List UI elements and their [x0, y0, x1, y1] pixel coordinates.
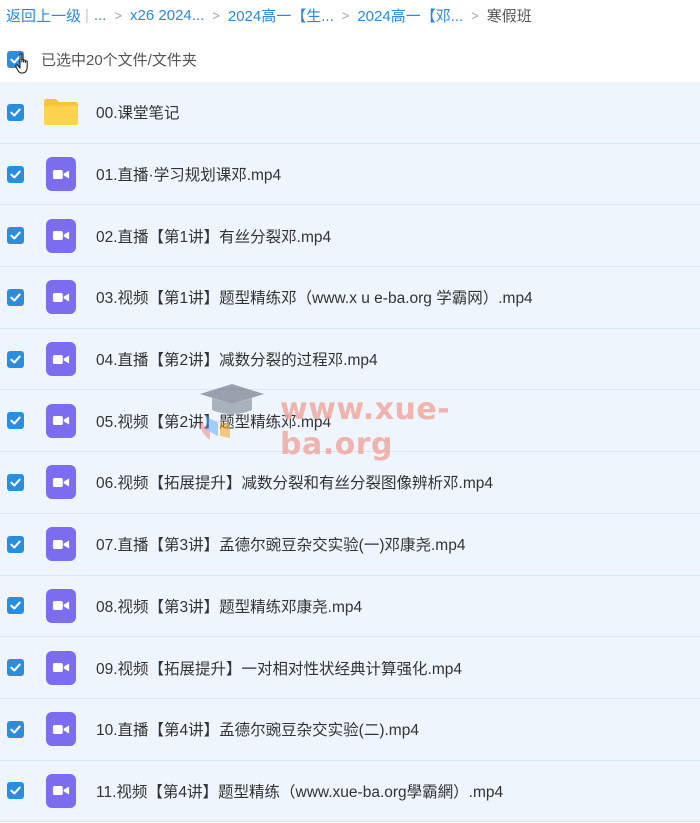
row-checkbox[interactable] [7, 597, 24, 615]
check-icon [10, 478, 21, 487]
file-name[interactable]: 02.直播【第1讲】有丝分裂邓.mp4 [96, 225, 331, 247]
breadcrumb-item[interactable]: 2024高一【生... [228, 5, 334, 26]
file-name[interactable]: 06.视频【拓展提升】减数分裂和有丝分裂图像辨析邓.mp4 [96, 471, 493, 493]
file-row[interactable]: 11.视频【第4讲】题型精练（www.xue-ba.org學霸網）.mp4 [0, 760, 700, 823]
video-file-icon [43, 588, 79, 623]
video-file-icon [43, 527, 79, 562]
chevron-right-icon: > [341, 7, 350, 23]
back-link[interactable]: 返回上一级 [6, 5, 81, 26]
chevron-right-icon: > [471, 7, 479, 23]
folder-icon [43, 96, 79, 128]
chevron-right-icon: > [212, 7, 220, 23]
check-icon [10, 355, 21, 364]
check-icon [10, 725, 21, 734]
file-row[interactable]: 08.视频【第3讲】题型精练邓康尧.mp4 [0, 575, 700, 638]
row-checkbox[interactable] [7, 165, 24, 183]
row-checkbox[interactable] [7, 659, 24, 677]
row-checkbox[interactable] [7, 103, 24, 121]
file-name[interactable]: 05.视频【第2讲】题型精练邓.mp4 [96, 410, 331, 432]
video-file-icon [43, 773, 79, 808]
check-icon [10, 416, 21, 425]
check-icon [10, 540, 21, 549]
selection-bar: 已选中20个文件/文件夹 [0, 40, 700, 78]
check-icon [10, 231, 21, 240]
file-row[interactable]: 07.直播【第3讲】孟德尔豌豆杂交实验(一)邓康尧.mp4 [0, 513, 700, 576]
check-icon [10, 293, 21, 302]
check-icon [10, 663, 21, 672]
file-row[interactable]: 06.视频【拓展提升】减数分裂和有丝分裂图像辨析邓.mp4 [0, 452, 700, 514]
check-icon [10, 170, 21, 179]
file-row[interactable]: 10.直播【第4讲】孟德尔豌豆杂交实验(二).mp4 [0, 698, 700, 761]
check-icon [10, 108, 21, 117]
file-row[interactable]: 04.直播【第2讲】减数分裂的过程邓.mp4 [0, 328, 700, 391]
video-file-icon [43, 650, 79, 685]
video-file-icon [43, 465, 79, 500]
file-row[interactable]: 01.直播·学习规划课邓.mp4 [0, 143, 700, 206]
breadcrumb-current: 寒假班 [486, 7, 532, 25]
row-checkbox[interactable] [7, 720, 24, 738]
row-checkbox[interactable] [7, 535, 24, 553]
row-checkbox[interactable] [7, 350, 24, 368]
file-row[interactable]: 03.视频【第1讲】题型精练邓（www.x u e-ba.org 学霸网）.mp… [0, 267, 700, 329]
breadcrumb-item[interactable]: 2024高一【邓... [357, 5, 463, 26]
row-checkbox[interactable] [7, 288, 24, 306]
selection-count-label: 已选中20个文件/文件夹 [41, 51, 197, 69]
file-name[interactable]: 10.直播【第4讲】孟德尔豌豆杂交实验(二).mp4 [96, 718, 419, 740]
file-name[interactable]: 09.视频【拓展提升】一对相对性状经典计算强化.mp4 [96, 657, 462, 679]
breadcrumb-item[interactable]: x26 2024... [130, 7, 204, 24]
video-file-icon [43, 218, 79, 253]
row-checkbox[interactable] [7, 412, 24, 430]
chevron-right-icon: > [114, 7, 123, 23]
file-name[interactable]: 11.视频【第4讲】题型精练（www.xue-ba.org學霸網）.mp4 [96, 780, 503, 802]
breadcrumb-divider: | [85, 6, 89, 24]
hand-cursor-icon [15, 53, 28, 74]
file-row[interactable]: 02.直播【第1讲】有丝分裂邓.mp4 [0, 205, 700, 268]
file-row[interactable]: 09.视频【拓展提升】一对相对性状经典计算强化.mp4 [0, 637, 700, 699]
video-file-icon [43, 157, 79, 192]
video-file-icon [43, 403, 79, 438]
check-icon [10, 601, 21, 610]
row-checkbox[interactable] [7, 473, 24, 491]
video-file-icon [43, 712, 79, 747]
file-name[interactable]: 00.课堂笔记 [96, 101, 180, 123]
breadcrumb: 返回上一级 | ... > x26 2024... > 2024高一【生... … [0, 0, 700, 30]
breadcrumb-ellipsis[interactable]: ... [94, 7, 107, 24]
file-row[interactable]: 05.视频【第2讲】题型精练邓.mp4 [0, 390, 700, 453]
file-name[interactable]: 04.直播【第2讲】减数分裂的过程邓.mp4 [96, 348, 378, 370]
check-icon [10, 786, 21, 795]
video-file-icon [43, 342, 79, 377]
file-name[interactable]: 07.直播【第3讲】孟德尔豌豆杂交实验(一)邓康尧.mp4 [96, 533, 465, 555]
file-name[interactable]: 08.视频【第3讲】题型精练邓康尧.mp4 [96, 595, 362, 617]
file-name[interactable]: 03.视频【第1讲】题型精练邓（www.x u e-ba.org 学霸网）.mp… [96, 286, 533, 308]
row-checkbox[interactable] [7, 227, 24, 245]
row-checkbox[interactable] [7, 782, 24, 800]
file-name[interactable]: 01.直播·学习规划课邓.mp4 [96, 163, 281, 185]
file-row[interactable]: 00.课堂笔记 [0, 82, 700, 144]
video-file-icon [43, 280, 79, 315]
file-list: 00.课堂笔记 01.直播·学习规划课邓.mp4 02.直播【第1讲】有丝分裂邓… [0, 82, 700, 823]
